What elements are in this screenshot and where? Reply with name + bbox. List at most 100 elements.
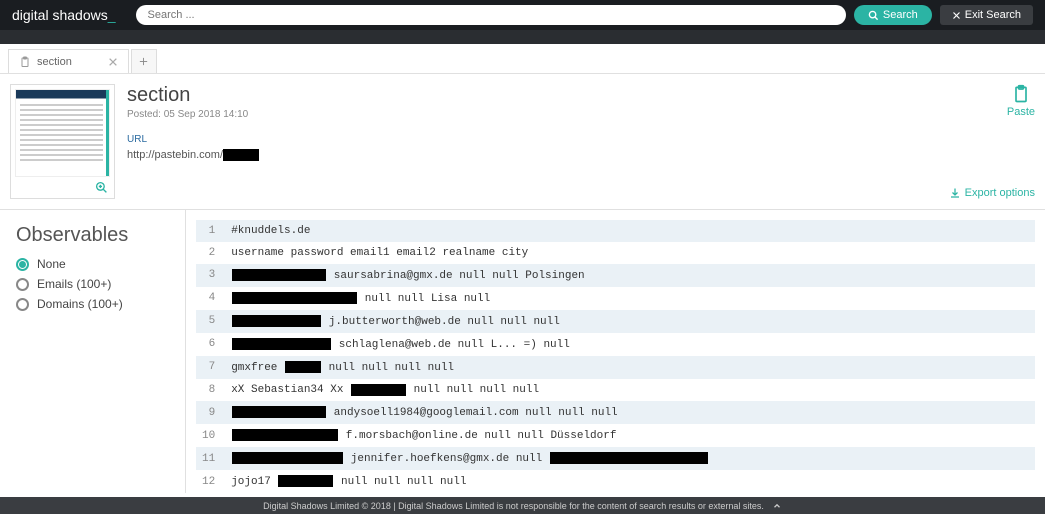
observables-sidebar: Observables NoneEmails (100+)Domains (10… [0, 210, 185, 493]
line-number: 4 [196, 287, 225, 310]
close-icon [952, 11, 961, 20]
brand-logo: digital shadows_ [12, 7, 116, 23]
search-button-label: Search [883, 9, 918, 21]
thumbnail-image [15, 89, 110, 177]
line-content: #knuddels.de [225, 220, 1035, 242]
table-row: 1 #knuddels.de [196, 220, 1035, 242]
table-row: 8xX Sebastian34 Xx null null null null [196, 379, 1035, 402]
text-segment: gmxfree [231, 362, 284, 374]
export-label: Export options [965, 187, 1035, 199]
app-header: digital shadows_ Search Exit Search [0, 0, 1045, 30]
line-content: f.morsbach@online.de null null Düsseldor… [225, 424, 1035, 447]
redacted-span [285, 361, 321, 373]
radio-option[interactable]: Emails (100+) [16, 277, 169, 291]
radio-icon [16, 278, 29, 291]
text-segment: username password email1 email2 realname… [231, 247, 528, 259]
line-number: 7 [196, 356, 225, 379]
radio-icon [16, 298, 29, 311]
radio-icon [16, 258, 29, 271]
text-segment: schlaglena@web.de null L... =) null [332, 339, 570, 351]
tab-label: section [37, 56, 72, 68]
page-title: section [127, 84, 923, 107]
line-number: 12 [196, 470, 225, 493]
tab-section[interactable]: section [8, 49, 129, 73]
text-segment: f.morsbach@online.de null null Düsseldor… [339, 430, 616, 442]
text-segment: j.butterworth@web.de null null null [322, 316, 560, 328]
table-row: 11 jennifer.hoefkens@gmx.de null [196, 447, 1035, 470]
line-number: 3 [196, 264, 225, 287]
download-icon [949, 187, 961, 199]
line-number: 9 [196, 401, 225, 424]
search-button[interactable]: Search [854, 5, 932, 25]
footer-text: Digital Shadows Limited © 2018 | Digital… [263, 501, 764, 511]
brand-text: digital shadows [12, 7, 108, 23]
line-content: jennifer.hoefkens@gmx.de null [225, 447, 1035, 470]
radio-option[interactable]: Domains (100+) [16, 297, 169, 311]
radio-label: Domains (100+) [37, 297, 123, 311]
text-segment: saursabrina@gmx.de null null Polsingen [327, 270, 584, 282]
thumbnail-box[interactable] [10, 84, 115, 199]
search-icon [868, 10, 879, 21]
tab-close-icon[interactable] [108, 56, 118, 68]
footer-expand-icon[interactable] [772, 500, 782, 511]
table-row: 10 f.morsbach@online.de null null Düssel… [196, 424, 1035, 447]
line-content: schlaglena@web.de null L... =) null [225, 333, 1035, 356]
redacted-span [351, 384, 406, 396]
line-number: 11 [196, 447, 225, 470]
detail-actions: Paste Export options [935, 84, 1035, 199]
table-row: 9 andysoell1984@googlemail.com null null… [196, 401, 1035, 424]
zoom-icon[interactable] [95, 180, 108, 194]
exit-search-label: Exit Search [965, 9, 1021, 21]
line-content: xX Sebastian34 Xx null null null null [225, 379, 1035, 402]
radio-label: Emails (100+) [37, 277, 111, 291]
table-row: 5 j.butterworth@web.de null null null [196, 310, 1035, 333]
url-label: URL [127, 134, 923, 145]
line-content: jojo17 null null null null [225, 470, 1035, 493]
redacted-span [232, 429, 338, 441]
tab-add-button[interactable] [131, 49, 157, 73]
table-row: 7gmxfree null null null null [196, 356, 1035, 379]
text-segment: xX Sebastian34 Xx [231, 384, 350, 396]
text-segment: null null null null [407, 384, 539, 396]
redacted-span [550, 452, 708, 464]
line-number: 1 [196, 220, 225, 242]
export-options-link[interactable]: Export options [949, 187, 1035, 199]
redacted-span [232, 338, 331, 350]
data-pane: 1 #knuddels.de 2username password email1 e… [185, 210, 1045, 493]
detail-main: section Posted: 05 Sep 2018 14:10 URL ht… [127, 84, 923, 199]
table-row: 6 schlaglena@web.de null L... =) null [196, 333, 1035, 356]
content-row: Observables NoneEmails (100+)Domains (10… [0, 210, 1045, 493]
plus-icon [138, 56, 149, 67]
footer-bar: Digital Shadows Limited © 2018 | Digital… [0, 497, 1045, 514]
text-segment: jennifer.hoefkens@gmx.de null [344, 453, 549, 465]
redacted-span [232, 292, 357, 304]
data-table: 1 #knuddels.de 2username password email1 e… [196, 220, 1035, 493]
radio-list: None Emails (100+) Domains (100+) [16, 257, 169, 311]
search-bar: Search Exit Search [136, 5, 1033, 25]
line-number: 10 [196, 424, 225, 447]
redacted-span [232, 315, 321, 327]
line-number: 5 [196, 310, 225, 333]
radio-option[interactable]: None [16, 257, 169, 271]
text-segment: #knuddels.de [231, 225, 310, 237]
exit-search-button[interactable]: Exit Search [940, 5, 1033, 25]
line-content: gmxfree null null null null [225, 356, 1035, 379]
paste-action[interactable]: Paste [1007, 84, 1035, 118]
table-row: 2username password email1 email2 realnam… [196, 242, 1035, 264]
table-row: 12jojo17 null null null null [196, 470, 1035, 493]
redacted-span [232, 452, 343, 464]
text-segment: null null null null [334, 476, 466, 488]
line-content: saursabrina@gmx.de null null Polsingen [225, 264, 1035, 287]
table-row: 4 null null Lisa null [196, 287, 1035, 310]
line-content: j.butterworth@web.de null null null [225, 310, 1035, 333]
redacted-span [232, 269, 326, 281]
line-number: 8 [196, 379, 225, 402]
clipboard-icon [1011, 84, 1031, 104]
search-input[interactable] [136, 5, 846, 25]
table-row: 3 saursabrina@gmx.de null null Polsingen [196, 264, 1035, 287]
brand-cursor: _ [108, 7, 116, 23]
redacted-span [232, 406, 326, 418]
line-content: andysoell1984@googlemail.com null null n… [225, 401, 1035, 424]
radio-label: None [37, 257, 66, 271]
line-number: 6 [196, 333, 225, 356]
